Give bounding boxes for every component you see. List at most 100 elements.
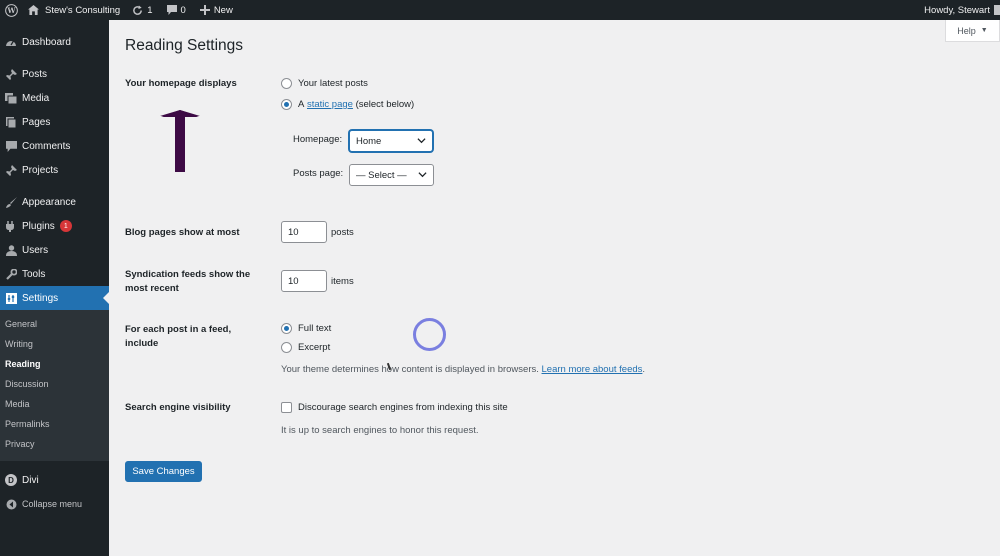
- syndication-label: Syndication feeds show the most recent: [125, 269, 251, 294]
- caret-down-icon: ▼: [980, 27, 988, 34]
- feed-description: Your theme determines how content is dis…: [281, 364, 645, 375]
- svg-text:W: W: [6, 6, 16, 15]
- homepage-select-label: Homepage:: [293, 134, 343, 145]
- divi-logo: D: [5, 474, 17, 486]
- sidebar-item-users[interactable]: Users: [0, 238, 109, 262]
- static-page-link[interactable]: static page: [307, 99, 353, 110]
- radio-button[interactable]: [281, 99, 292, 110]
- learn-more-feeds-link[interactable]: Learn more about feeds: [542, 364, 643, 375]
- radio-button[interactable]: [281, 78, 292, 89]
- sidebar-item-label: Appearance: [22, 196, 76, 208]
- page-icon: [0, 116, 22, 128]
- sidebar-item-label: Pages: [22, 116, 51, 128]
- syndication-input[interactable]: 10: [281, 270, 327, 292]
- radio-label-prefix: A: [298, 99, 305, 110]
- posts-page-select-label: Posts page:: [293, 168, 344, 179]
- dashboard-icon: [0, 37, 22, 47]
- radio-latest-posts[interactable]: Your latest posts: [281, 78, 368, 89]
- users-icon: [0, 244, 22, 256]
- submenu-item-media[interactable]: Media: [5, 399, 30, 409]
- sidebar-item-label: Settings: [22, 292, 59, 304]
- homepage-select[interactable]: Home: [349, 130, 433, 152]
- admin-sidebar: Dashboard Posts Media Pages Comments Pro…: [0, 20, 109, 556]
- submenu-item-general[interactable]: General: [5, 319, 37, 329]
- search-visibility-label: Search engine visibility: [125, 402, 231, 413]
- admin-bar: W Stew's Consulting 1 0 New Howdy, Stewa…: [0, 0, 1000, 20]
- sidebar-item-posts[interactable]: Posts: [0, 62, 109, 86]
- radio-label: Full text: [298, 323, 332, 334]
- wrench-icon: [0, 268, 22, 280]
- feed-desc-text: Your theme determines how content is dis…: [281, 364, 539, 375]
- sidebar-item-label: Divi: [22, 474, 39, 486]
- submenu-item-reading[interactable]: Reading: [5, 359, 41, 369]
- radio-full-text[interactable]: Full text: [281, 323, 331, 334]
- radio-label-suffix: (select below): [355, 99, 415, 110]
- blog-pages-unit: posts: [331, 227, 354, 238]
- sidebar-item-appearance[interactable]: Appearance: [0, 190, 109, 214]
- help-tab-button[interactable]: Help ▼: [945, 20, 1000, 42]
- collapse-menu-button[interactable]: Collapse menu: [0, 492, 109, 516]
- brush-icon: [0, 196, 22, 208]
- sidebar-item-comments[interactable]: Comments: [0, 134, 109, 158]
- howdy-text: Howdy, Stewart: [924, 4, 990, 16]
- admin-bar-new[interactable]: New: [199, 0, 233, 20]
- comments-count: 0: [180, 4, 186, 16]
- comment-icon: [166, 5, 177, 15]
- sidebar-item-media[interactable]: Media: [0, 86, 109, 110]
- sidebar-item-plugins[interactable]: Plugins 1: [0, 214, 109, 238]
- admin-bar-account[interactable]: Howdy, Stewart: [924, 0, 990, 20]
- homepage-select-value: Home: [356, 135, 382, 147]
- radio-label: Excerpt: [298, 342, 331, 353]
- posts-page-select[interactable]: — Select —: [349, 164, 434, 186]
- plus-icon: [199, 5, 210, 15]
- collapse-icon: [0, 499, 22, 510]
- chevron-down-icon: [417, 136, 426, 148]
- sidebar-item-divi[interactable]: D Divi: [0, 468, 109, 492]
- blog-pages-input[interactable]: 10: [281, 221, 327, 243]
- checkbox-label: Discourage search engines from indexing …: [298, 402, 508, 413]
- submenu-item-privacy[interactable]: Privacy: [5, 439, 35, 449]
- submenu-item-writing[interactable]: Writing: [5, 339, 33, 349]
- save-changes-button[interactable]: Save Changes: [125, 461, 202, 482]
- radio-excerpt[interactable]: Excerpt: [281, 342, 330, 353]
- search-visibility-description: It is up to search engines to honor this…: [281, 425, 479, 436]
- chevron-down-icon: [418, 170, 427, 182]
- admin-bar-comments[interactable]: 0: [166, 0, 186, 20]
- radio-button[interactable]: [281, 342, 292, 353]
- discourage-search-engines-option[interactable]: Discourage search engines from indexing …: [281, 402, 508, 413]
- sidebar-item-label: Projects: [22, 164, 59, 176]
- sidebar-item-label: Collapse menu: [22, 499, 83, 509]
- settings-submenu: General Writing Reading Discussion Media…: [0, 310, 109, 461]
- new-label: New: [213, 4, 233, 16]
- updates-icon: [132, 4, 143, 16]
- admin-bar-site-link[interactable]: Stew's Consulting: [28, 0, 120, 20]
- sidebar-item-pages[interactable]: Pages: [0, 110, 109, 134]
- submenu-item-discussion[interactable]: Discussion: [5, 379, 49, 389]
- loading-spinner-icon: [413, 318, 446, 351]
- plugin-icon: [0, 220, 22, 232]
- admin-bar-updates[interactable]: 1: [132, 0, 153, 20]
- posts-page-select-value: — Select —: [356, 169, 407, 181]
- sidebar-item-dashboard[interactable]: Dashboard: [0, 30, 109, 54]
- sidebar-item-settings[interactable]: Settings: [0, 286, 109, 310]
- radio-button[interactable]: [281, 323, 292, 334]
- site-name: Stew's Consulting: [45, 4, 121, 16]
- plugins-update-badge: 1: [59, 220, 72, 232]
- radio-static-page[interactable]: A static page (select below): [281, 99, 414, 110]
- sidebar-item-tools[interactable]: Tools: [0, 262, 109, 286]
- radio-label: Your latest posts: [298, 78, 368, 89]
- sidebar-item-label: Comments: [22, 140, 71, 152]
- home-icon: [28, 5, 39, 15]
- help-label: Help: [957, 25, 976, 36]
- blog-pages-label: Blog pages show at most: [125, 227, 240, 238]
- submenu-item-permalinks[interactable]: Permalinks: [5, 419, 50, 429]
- feed-desc-suffix: .: [642, 364, 646, 375]
- wordpress-logo-icon[interactable]: W: [0, 0, 22, 20]
- sidebar-item-projects[interactable]: Projects: [0, 158, 109, 182]
- discourage-search-engines-checkbox[interactable]: [281, 402, 292, 413]
- homepage-displays-label: Your homepage displays: [125, 78, 237, 89]
- avatar[interactable]: [994, 5, 1000, 15]
- comment-icon: [0, 140, 22, 152]
- annotation-arrow-up-icon: [160, 110, 200, 172]
- sidebar-item-label: Users: [22, 244, 49, 256]
